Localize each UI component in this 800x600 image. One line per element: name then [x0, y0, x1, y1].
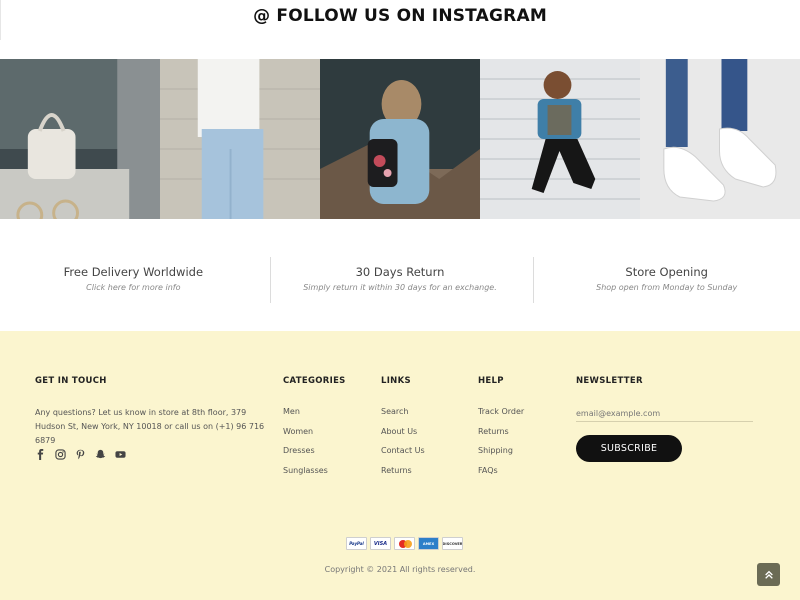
- help-link-track-order[interactable]: Track Order: [478, 407, 524, 427]
- social-links: [35, 449, 126, 460]
- links-list: Search About Us Contact Us Returns: [381, 407, 425, 485]
- categories-list: Men Women Dresses Sunglasses: [283, 407, 328, 485]
- newsletter-email-input[interactable]: [576, 405, 753, 422]
- categories-title: CATEGORIES: [283, 376, 346, 386]
- paypal-icon: PayPal: [346, 537, 367, 550]
- double-chevron-up-icon: [764, 570, 773, 579]
- gallery-image-backpack[interactable]: [320, 59, 480, 219]
- gallery-image-jeans[interactable]: [160, 59, 320, 219]
- payment-methods: PayPal VISA AMEX DISCOVER: [346, 537, 463, 550]
- help-list: Track Order Returns Shipping FAQs: [478, 407, 524, 485]
- features-bar: Free Delivery Worldwide Click here for m…: [0, 255, 800, 305]
- category-link-men[interactable]: Men: [283, 407, 328, 427]
- get-in-touch-title: GET IN TOUCH: [35, 376, 107, 386]
- help-link-returns[interactable]: Returns: [478, 427, 524, 447]
- category-link-dresses[interactable]: Dresses: [283, 446, 328, 466]
- visa-icon: VISA: [370, 537, 391, 550]
- subscribe-button[interactable]: SUBSCRIBE: [576, 435, 682, 462]
- discover-icon: DISCOVER: [442, 537, 463, 550]
- feature-subtitle: Click here for more info: [86, 283, 181, 292]
- link-returns[interactable]: Returns: [381, 466, 425, 486]
- feature-subtitle: Shop open from Monday to Sunday: [596, 283, 738, 292]
- youtube-icon[interactable]: [115, 449, 126, 460]
- copyright-text: Copyright © 2021 All rights reserved.: [324, 565, 476, 574]
- help-title: HELP: [478, 376, 504, 386]
- amex-icon: AMEX: [418, 537, 439, 550]
- feature-title: Free Delivery Worldwide: [63, 265, 204, 279]
- help-link-faqs[interactable]: FAQs: [478, 466, 524, 486]
- feature-divider: [533, 257, 534, 303]
- category-link-women[interactable]: Women: [283, 427, 328, 447]
- gallery-image-handbag[interactable]: [0, 59, 160, 219]
- link-search[interactable]: Search: [381, 407, 425, 427]
- contact-text: Any questions? Let us know in store at 8…: [35, 408, 265, 445]
- scroll-to-top-button[interactable]: [757, 563, 780, 586]
- feature-store-opening: Store Opening Shop open from Monday to S…: [533, 255, 800, 305]
- facebook-icon[interactable]: [35, 449, 46, 460]
- feature-title: Store Opening: [625, 265, 708, 279]
- feature-title: 30 Days Return: [355, 265, 445, 279]
- footer: GET IN TOUCH Any questions? Let us know …: [0, 331, 800, 600]
- gallery-image-jumping-woman[interactable]: [480, 59, 640, 219]
- newsletter-title: NEWSLETTER: [576, 376, 643, 386]
- link-contact-us[interactable]: Contact Us: [381, 446, 425, 466]
- feature-divider: [270, 257, 271, 303]
- feature-subtitle: Simply return it within 30 days for an e…: [303, 283, 497, 292]
- mastercard-icon: [394, 537, 415, 550]
- category-link-sunglasses[interactable]: Sunglasses: [283, 466, 328, 486]
- gallery-image-sneakers[interactable]: [640, 59, 800, 219]
- link-about-us[interactable]: About Us: [381, 427, 425, 447]
- instagram-gallery: [0, 59, 800, 219]
- help-link-shipping[interactable]: Shipping: [478, 446, 524, 466]
- instagram-icon[interactable]: [55, 449, 66, 460]
- feature-returns: 30 Days Return Simply return it within 3…: [267, 255, 534, 305]
- instagram-title: @ FOLLOW US ON INSTAGRAM: [253, 6, 547, 26]
- links-title: LINKS: [381, 376, 411, 386]
- feature-free-delivery[interactable]: Free Delivery Worldwide Click here for m…: [0, 255, 267, 305]
- snapchat-icon[interactable]: [95, 449, 106, 460]
- pinterest-icon[interactable]: [75, 449, 86, 460]
